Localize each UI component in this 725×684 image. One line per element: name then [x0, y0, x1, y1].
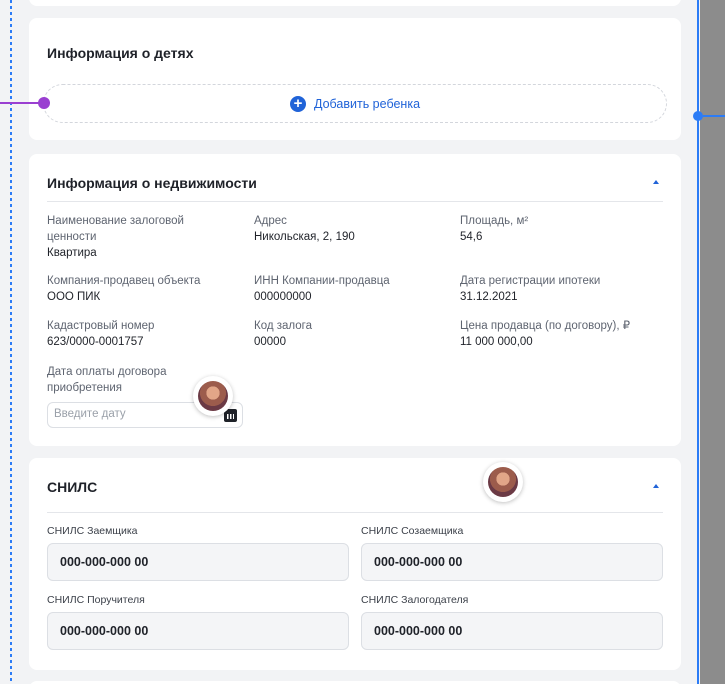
snils-guarantor-field[interactable]: 000-000-000 00: [47, 612, 349, 650]
property-field: Дата регистрации ипотеки 31.12.2021: [460, 273, 650, 306]
selection-frame-right: [697, 0, 699, 684]
add-child-label: Добавить ребенка: [313, 96, 421, 111]
field-value: 000000000: [254, 291, 312, 303]
chevron-up-icon[interactable]: [653, 180, 659, 184]
field-value: 54,6: [460, 231, 483, 243]
snils-guarantor-label: СНИЛС Поручителя: [47, 594, 145, 606]
chevron-up-icon[interactable]: [653, 484, 659, 488]
field-label: Наименование залоговой ценности: [47, 215, 184, 243]
connector-line-right: [703, 115, 725, 117]
field-label: ИНН Компании-продавца: [254, 275, 390, 287]
field-value: 623/0000-0001757: [47, 336, 144, 348]
field-label: Цена продавца (по договору), ₽: [460, 320, 631, 332]
field-value: Никольская, 2, 190: [254, 231, 355, 243]
property-field: ИНН Компании-продавца 000000000: [254, 273, 444, 306]
avatar[interactable]: [483, 462, 523, 502]
snils-section-title: СНИЛС: [47, 479, 98, 495]
avatar-photo: [198, 381, 228, 411]
property-field: Цена продавца (по договору), ₽ 11 000 00…: [460, 318, 670, 351]
previous-card: [29, 0, 681, 6]
field-value: 11 000 000,00: [460, 336, 533, 348]
field-label: Площадь, м²: [460, 215, 529, 227]
canvas-gutter: [700, 0, 725, 684]
field-label: Кадастровый номер: [47, 320, 155, 332]
field-value: 00000: [254, 336, 286, 348]
property-section-title: Информация о недвижимости: [47, 175, 257, 191]
section-divider: [47, 201, 663, 202]
property-field: Наименование залоговой ценности Квартира: [47, 213, 227, 262]
property-info-card: Информация о недвижимости Наименование з…: [29, 154, 681, 446]
snils-coborrower-label: СНИЛС Созаемщика: [361, 525, 464, 537]
snils-borrower-field[interactable]: 000-000-000 00: [47, 543, 349, 581]
payment-date-field: Дата оплаты договора приобретения: [47, 364, 197, 396]
section-divider: [47, 512, 663, 513]
field-value: 31.12.2021: [460, 291, 518, 303]
field-label: Адрес: [254, 215, 287, 227]
snils-borrower-label: СНИЛС Заемщика: [47, 525, 138, 537]
add-child-button[interactable]: + Добавить ребенка: [43, 84, 667, 123]
plus-circle-icon: +: [289, 95, 306, 112]
property-field: Компания-продавец объекта ООО ПИК: [47, 273, 237, 306]
avatar[interactable]: [193, 376, 233, 416]
field-value: Квартира: [47, 247, 97, 259]
field-value: ООО ПИК: [47, 291, 101, 303]
avatar-photo: [488, 467, 518, 497]
field-label: Код залога: [254, 320, 312, 332]
date-placeholder: Введите дату: [54, 408, 126, 420]
children-section-title: Информация о детях: [47, 45, 194, 61]
resize-handle[interactable]: [693, 111, 703, 121]
snils-pledger-field[interactable]: 000-000-000 00: [361, 612, 663, 650]
field-label: Дата регистрации ипотеки: [460, 275, 601, 287]
snils-card: СНИЛС СНИЛС Заемщика 000-000-000 00 СНИЛ…: [29, 458, 681, 670]
snils-pledger-label: СНИЛС Залогодателя: [361, 594, 469, 606]
field-label: Дата оплаты договора приобретения: [47, 366, 167, 394]
prototype-connector-line: [0, 102, 40, 104]
snils-coborrower-field[interactable]: 000-000-000 00: [361, 543, 663, 581]
property-field: Код залога 00000: [254, 318, 444, 351]
prototype-connector-dot[interactable]: [38, 97, 50, 109]
property-field: Кадастровый номер 623/0000-0001757: [47, 318, 237, 351]
property-field: Адрес Никольская, 2, 190: [254, 213, 444, 246]
field-label: Компания-продавец объекта: [47, 275, 201, 287]
children-info-card: Информация о детях + Добавить ребенка: [29, 18, 681, 140]
property-field: Площадь, м² 54,6: [460, 213, 650, 246]
